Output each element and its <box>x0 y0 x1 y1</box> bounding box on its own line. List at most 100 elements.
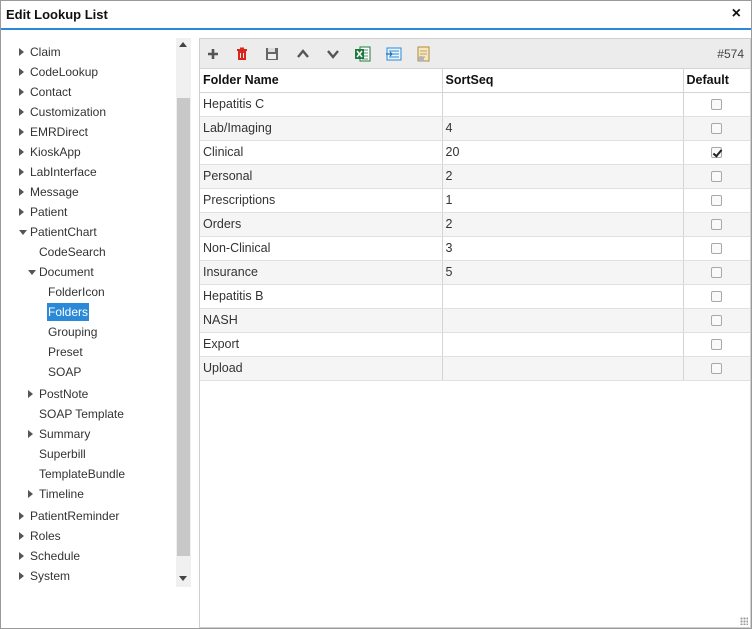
tree-item-summary[interactable]: Summary <box>9 425 175 443</box>
folder-name-cell[interactable]: Hepatitis C <box>200 92 443 117</box>
collapsed-arrow-icon[interactable] <box>19 168 24 176</box>
folder-name-cell[interactable]: Personal <box>200 164 443 189</box>
folder-name-cell[interactable]: NASH <box>200 308 443 333</box>
close-button[interactable]: × <box>732 5 741 23</box>
default-checkbox[interactable] <box>711 315 723 327</box>
sortseq-cell[interactable] <box>442 308 684 333</box>
tree-item-soap-template[interactable]: SOAP Template <box>9 405 175 423</box>
collapsed-arrow-icon[interactable] <box>19 208 24 216</box>
folder-name-cell[interactable]: Non-Clinical <box>200 236 443 261</box>
tree-item-templatebundle[interactable]: TemplateBundle <box>9 465 175 483</box>
tree-item-preset[interactable]: Preset <box>9 343 175 361</box>
scroll-down-arrow-icon[interactable] <box>179 576 187 581</box>
table-row[interactable]: Hepatitis B <box>200 284 750 309</box>
tree-item-postnote[interactable]: PostNote <box>9 385 175 403</box>
default-checkbox[interactable] <box>711 99 723 111</box>
collapsed-arrow-icon[interactable] <box>19 532 24 540</box>
move-up-button[interactable] <box>293 44 313 64</box>
resize-grip-icon[interactable] <box>740 617 748 625</box>
table-row[interactable]: Insurance 5 <box>200 260 750 285</box>
table-row[interactable]: Personal 2 <box>200 164 750 189</box>
expanded-arrow-icon[interactable] <box>28 270 36 275</box>
folder-name-cell[interactable]: Prescriptions <box>200 188 443 213</box>
table-row[interactable]: Hepatitis C <box>200 92 750 117</box>
column-header-sortseq[interactable]: SortSeq <box>442 69 684 93</box>
collapsed-arrow-icon[interactable] <box>19 108 24 116</box>
tree-item-system[interactable]: System <box>9 567 175 585</box>
tree-item-roles[interactable]: Roles <box>9 527 175 545</box>
sortseq-cell[interactable] <box>442 356 684 381</box>
default-checkbox[interactable] <box>711 123 723 135</box>
collapsed-arrow-icon[interactable] <box>19 188 24 196</box>
tree-item-document[interactable]: Document <box>9 263 175 281</box>
default-checkbox[interactable] <box>711 195 723 207</box>
tree-item-patientchart[interactable]: PatientChart <box>9 223 175 241</box>
sortseq-cell[interactable]: 5 <box>442 260 684 285</box>
table-row[interactable]: Export <box>200 332 750 357</box>
table-row[interactable]: NASH <box>200 308 750 333</box>
tree-item-codesearch[interactable]: CodeSearch <box>9 243 175 261</box>
default-checkbox[interactable] <box>711 243 723 255</box>
collapsed-arrow-icon[interactable] <box>19 68 24 76</box>
delete-button[interactable] <box>232 44 252 64</box>
collapsed-arrow-icon[interactable] <box>19 88 24 96</box>
table-row[interactable]: Lab/Imaging 4 <box>200 116 750 141</box>
tree-item-soap[interactable]: SOAP <box>9 363 175 381</box>
table-row[interactable]: Clinical 20 <box>200 140 750 165</box>
folder-name-cell[interactable]: Clinical <box>200 140 443 165</box>
tree-item-foldericon[interactable]: FolderIcon <box>9 283 175 301</box>
default-checkbox[interactable] <box>711 171 723 183</box>
export-excel-button[interactable] <box>353 44 373 64</box>
tree-item-labinterface[interactable]: LabInterface <box>9 163 175 181</box>
folder-name-cell[interactable]: Insurance <box>200 260 443 285</box>
tree-item-kioskapp[interactable]: KioskApp <box>9 143 175 161</box>
add-button[interactable] <box>203 44 223 64</box>
tree-item-emrdirect[interactable]: EMRDirect <box>9 123 175 141</box>
collapsed-arrow-icon[interactable] <box>19 148 24 156</box>
table-row[interactable]: Orders 2 <box>200 212 750 237</box>
save-button[interactable] <box>262 44 282 64</box>
table-row[interactable]: Prescriptions 1 <box>200 188 750 213</box>
tree-item-contact[interactable]: Contact <box>9 83 175 101</box>
collapsed-arrow-icon[interactable] <box>19 48 24 56</box>
folder-name-cell[interactable]: Lab/Imaging <box>200 116 443 141</box>
sortseq-cell[interactable]: 2 <box>442 164 684 189</box>
export-csv-button[interactable] <box>384 44 404 64</box>
collapsed-arrow-icon[interactable] <box>19 512 24 520</box>
folder-name-cell[interactable]: Hepatitis B <box>200 284 443 309</box>
collapsed-arrow-icon[interactable] <box>19 128 24 136</box>
tree-item-patientreminder[interactable]: PatientReminder <box>9 507 175 525</box>
folder-name-cell[interactable]: Export <box>200 332 443 357</box>
collapsed-arrow-icon[interactable] <box>28 390 33 398</box>
sortseq-cell[interactable] <box>442 332 684 357</box>
tree-item-superbill[interactable]: Superbill <box>9 445 175 463</box>
scroll-up-arrow-icon[interactable] <box>179 42 187 47</box>
column-header-folder-name[interactable]: Folder Name <box>200 69 443 93</box>
default-checkbox[interactable] <box>711 339 723 351</box>
sortseq-cell[interactable] <box>442 284 684 309</box>
tree-item-timeline[interactable]: Timeline <box>9 485 175 503</box>
sortseq-cell[interactable] <box>442 92 684 117</box>
collapsed-arrow-icon[interactable] <box>19 572 24 580</box>
tree-item-message[interactable]: Message <box>9 183 175 201</box>
tree-item-schedule[interactable]: Schedule <box>9 547 175 565</box>
tree-item-patient[interactable]: Patient <box>9 203 175 221</box>
sortseq-cell[interactable]: 3 <box>442 236 684 261</box>
tree-scrollbar[interactable] <box>176 38 191 587</box>
tree-item-grouping[interactable]: Grouping <box>9 323 175 341</box>
collapsed-arrow-icon[interactable] <box>28 490 33 498</box>
tree-item-customization[interactable]: Customization <box>9 103 175 121</box>
default-checkbox[interactable] <box>711 219 723 231</box>
collapsed-arrow-icon[interactable] <box>28 430 33 438</box>
sortseq-cell[interactable]: 20 <box>442 140 684 165</box>
tree-item-folders[interactable]: Folders <box>9 303 175 321</box>
expanded-arrow-icon[interactable] <box>19 230 27 235</box>
default-checkbox[interactable] <box>711 363 723 375</box>
move-down-button[interactable] <box>323 44 343 64</box>
column-header-default[interactable]: Default <box>683 69 750 93</box>
sortseq-cell[interactable]: 4 <box>442 116 684 141</box>
tree-item-codelookup[interactable]: CodeLookup <box>9 63 175 81</box>
scroll-thumb[interactable] <box>177 98 190 556</box>
collapsed-arrow-icon[interactable] <box>19 552 24 560</box>
table-row[interactable]: Non-Clinical 3 <box>200 236 750 261</box>
